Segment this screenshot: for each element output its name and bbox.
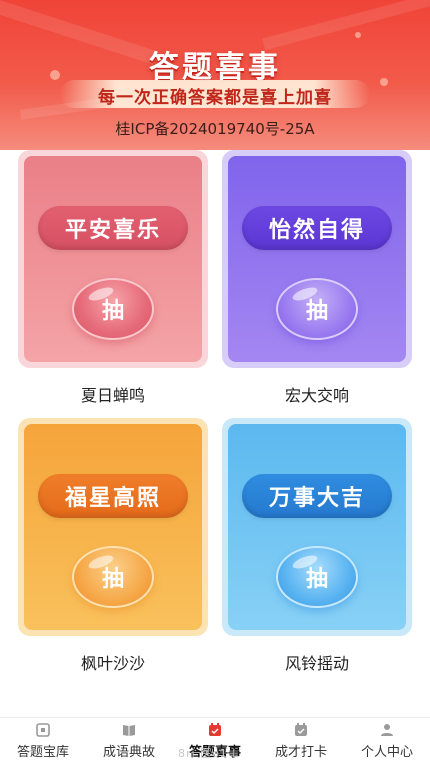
- card-caption: 风铃摇动: [284, 654, 349, 673]
- card-title-pill: 万事大吉: [242, 474, 392, 518]
- tab-checkin[interactable]: 成才打卡: [258, 718, 344, 765]
- icp-license-text: 桂ICP备2024019740号-25A: [115, 120, 315, 138]
- tab-idiom-stories[interactable]: 成语典故: [86, 718, 172, 765]
- draw-button-label: 抽: [305, 567, 328, 592]
- lottery-card-1: 平安喜乐 抽 夏日蝉鸣: [18, 150, 208, 406]
- faded-overlay-text: 8ri 医o1 L: [178, 747, 240, 760]
- draw-button[interactable]: 抽: [276, 546, 358, 608]
- draw-button-label: 抽: [101, 567, 124, 592]
- card-body: 怡然自得 抽: [228, 156, 406, 362]
- person-icon: [381, 724, 393, 736]
- tab-label: 个人中心: [360, 745, 413, 760]
- card-frame: 万事大吉 抽: [222, 418, 412, 636]
- page-subtitle: 每一次正确答案都是喜上加喜: [98, 88, 332, 108]
- banner-dot: [355, 32, 361, 38]
- draw-button-label: 抽: [101, 299, 124, 324]
- card-frame: 平安喜乐 抽: [18, 150, 208, 368]
- draw-button[interactable]: 抽: [72, 278, 154, 340]
- card-title-pill: 平安喜乐: [38, 206, 188, 250]
- draw-button[interactable]: 抽: [72, 546, 154, 608]
- card-body: 平安喜乐 抽: [24, 156, 202, 362]
- card-title-pill: 怡然自得: [242, 206, 392, 250]
- header-banner: 答题喜事 每一次正确答案都是喜上加喜 桂ICP备2024019740号-25A: [0, 0, 430, 150]
- tab-label: 成才打卡: [274, 745, 327, 760]
- card-caption: 宏大交响: [284, 386, 349, 405]
- card-title-pill: 福星高照: [38, 474, 188, 518]
- tab-label: 答题宝库: [16, 745, 69, 760]
- card-body: 万事大吉 抽: [228, 424, 406, 630]
- book-box-icon: [36, 723, 50, 737]
- lottery-card-3: 福星高照 抽 枫叶沙沙: [18, 418, 208, 674]
- gift-calendar-icon: [209, 723, 221, 736]
- tab-question-bank[interactable]: 答题宝库: [0, 718, 86, 765]
- card-body: 福星高照 抽: [24, 424, 202, 630]
- card-frame: 怡然自得 抽: [222, 150, 412, 368]
- card-frame: 福星高照 抽: [18, 418, 208, 636]
- card-caption: 枫叶沙沙: [80, 654, 145, 673]
- card-caption: 夏日蝉鸣: [80, 386, 145, 405]
- lottery-card-4: 万事大吉 抽 风铃摇动: [222, 418, 412, 674]
- tab-profile[interactable]: 个人中心: [344, 718, 430, 765]
- draw-button[interactable]: 抽: [276, 278, 358, 340]
- draw-button-label: 抽: [305, 299, 328, 324]
- open-book-icon: [123, 725, 135, 736]
- tab-label: 成语典故: [102, 745, 155, 760]
- lottery-card-2: 怡然自得 抽 宏大交响: [222, 150, 412, 406]
- checkin-calendar-icon: [295, 723, 307, 736]
